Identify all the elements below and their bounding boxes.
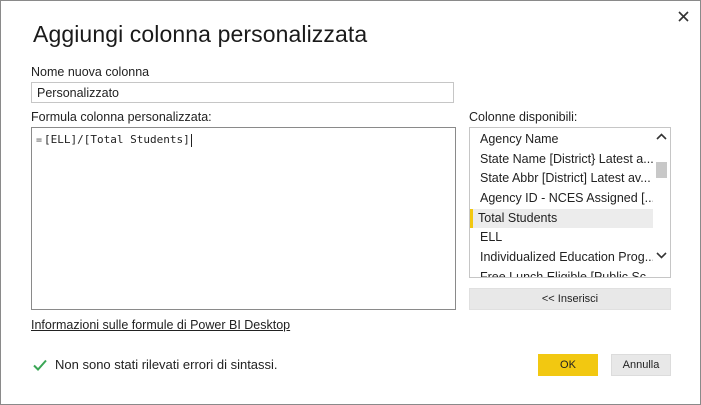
chevron-up-icon [656, 133, 667, 140]
column-item[interactable]: Total Students [470, 208, 654, 229]
close-icon [677, 10, 689, 22]
close-button[interactable] [672, 5, 694, 27]
available-columns-label: Colonne disponibili: [469, 110, 578, 124]
formula-editor[interactable]: = [ELL]/[Total Students] [31, 127, 456, 310]
scroll-up-button[interactable] [653, 128, 670, 145]
dialog-title: Aggiungi colonna personalizzata [33, 21, 368, 47]
column-item[interactable]: Individualized Education Prog... [470, 248, 654, 268]
formula-equals: = [36, 135, 43, 146]
column-item[interactable]: State Name [District} Latest a... [470, 150, 654, 170]
syntax-status: Non sono stati rilevati errori di sintas… [33, 357, 278, 372]
text-caret [190, 133, 192, 147]
column-item[interactable]: Agency ID - NCES Assigned [... [470, 189, 654, 209]
column-name-input[interactable] [31, 82, 454, 103]
formula-text: = [ELL]/[Total Students] [36, 133, 192, 147]
formula-info-link[interactable]: Informazioni sulle formule di Power BI D… [31, 318, 290, 332]
column-name-label: Nome nuova colonna [31, 65, 150, 79]
chevron-down-icon [656, 252, 667, 259]
columns-items: Agency Name State Name [District} Latest … [470, 130, 654, 277]
available-columns-list[interactable]: Agency Name State Name [District} Latest … [469, 127, 671, 278]
column-item[interactable]: Agency Name [470, 130, 654, 150]
columns-scrollbar[interactable] [653, 128, 670, 277]
checkmark-icon [33, 359, 47, 371]
formula-value: [ELL]/[Total Students] [44, 133, 190, 146]
cancel-button[interactable]: Annulla [611, 354, 671, 376]
formula-label: Formula colonna personalizzata: [31, 110, 212, 124]
insert-button[interactable]: << Inserisci [469, 288, 671, 310]
scroll-down-button[interactable] [653, 247, 670, 264]
status-text: Non sono stati rilevati errori di sintas… [55, 357, 278, 372]
custom-column-dialog: Aggiungi colonna personalizzata Nome nuo… [0, 0, 701, 405]
ok-button[interactable]: OK [538, 354, 598, 376]
column-item[interactable]: State Abbr [District] Latest av... [470, 169, 654, 189]
scroll-thumb[interactable] [656, 162, 667, 178]
column-item[interactable]: ELL [470, 228, 654, 248]
column-item[interactable]: Free Lunch Eligible [Public Sc... [470, 268, 654, 277]
